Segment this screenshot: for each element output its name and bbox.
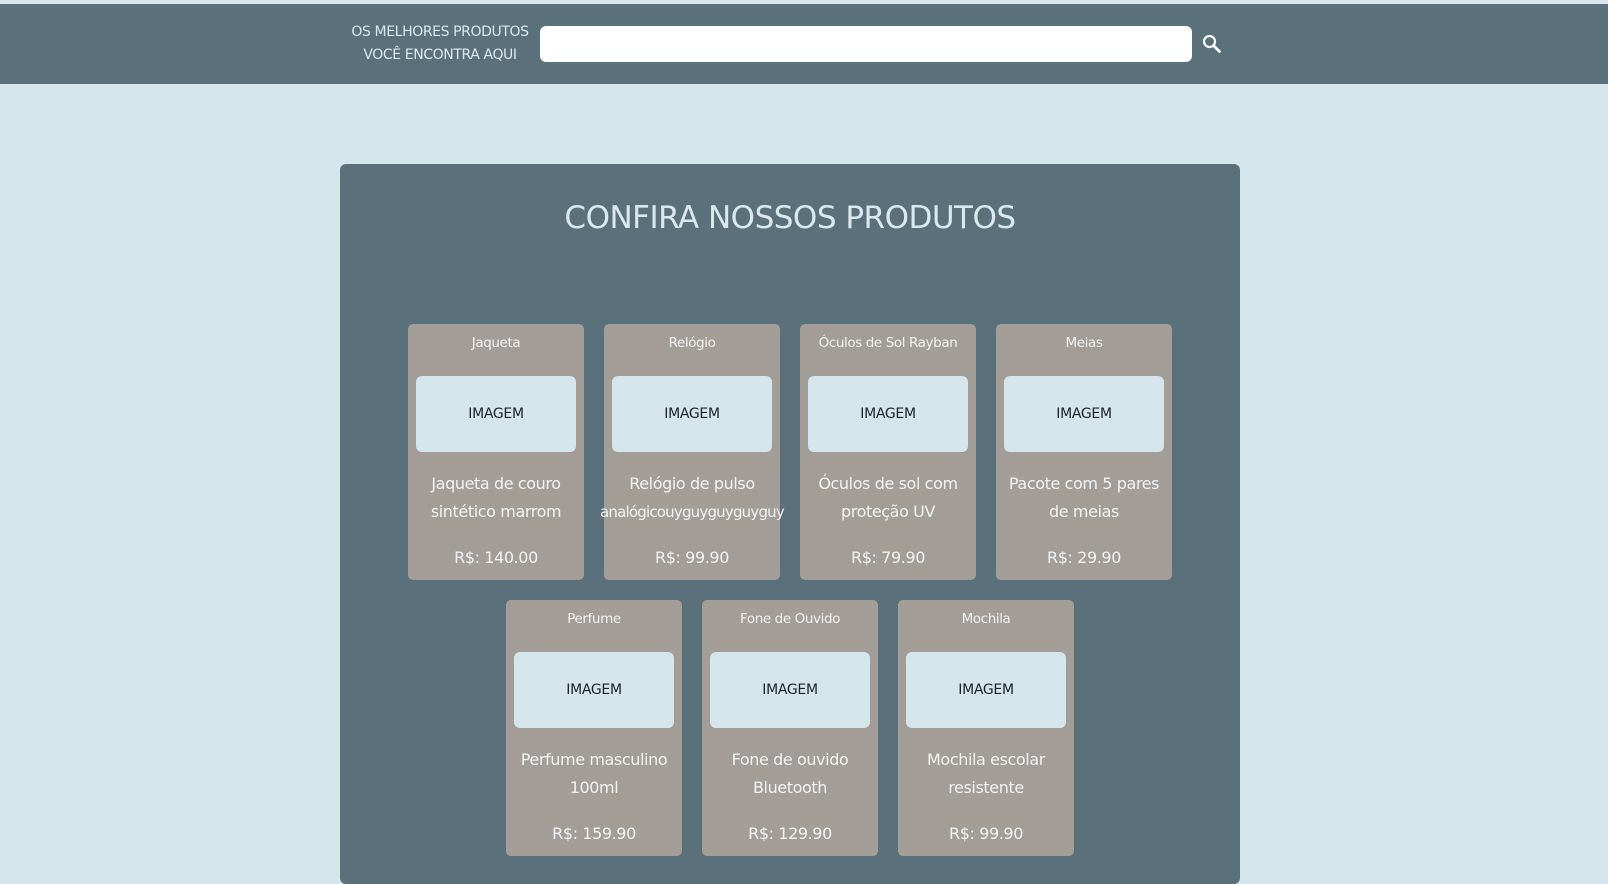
product-price: R$: 159.90 — [552, 824, 636, 843]
product-price: R$: 140.00 — [454, 548, 538, 567]
product-price: R$: 129.90 — [748, 824, 832, 843]
product-image: IMAGEM — [514, 652, 674, 728]
product-price: R$: 79.90 — [851, 548, 925, 567]
product-description-line-1: Relógio de pulso — [629, 474, 755, 493]
product-description-line-2: Bluetooth — [752, 778, 828, 797]
product-description-line-1: Pacote com 5 pares — [1008, 474, 1160, 493]
product-description: Mochila escolar resistente — [886, 746, 1086, 802]
product-description-line-1: Jaqueta de couro — [431, 474, 561, 493]
product-description-line-1: Mochila escolar — [927, 750, 1045, 769]
section-title: CONFIRA NOSSOS PRODUTOS — [564, 200, 1016, 236]
product-price: R$: 99.90 — [949, 824, 1023, 843]
product-description-line-1: Óculos de sol com — [818, 474, 958, 493]
product-name: Relógio — [668, 335, 716, 351]
product-name: Jaqueta — [471, 335, 521, 351]
product-image: IMAGEM — [710, 652, 870, 728]
search-button[interactable] — [1200, 32, 1224, 56]
products-panel: CONFIRA NOSSOS PRODUTOS Jaqueta IMAGEM J… — [340, 164, 1240, 884]
product-description-line-2: analógicouyguyguyguyguy — [600, 503, 785, 521]
product-card-relogio[interactable]: Relógio IMAGEM Relógio de pulso analógic… — [600, 324, 785, 580]
product-description: Óculos de sol com proteção UV — [788, 470, 988, 526]
product-description-line-2: sintético marrom — [430, 502, 562, 521]
product-price: R$: 29.90 — [1047, 548, 1121, 567]
product-image: IMAGEM — [612, 376, 772, 452]
product-description: Fone de ouvido Bluetooth — [690, 746, 890, 802]
product-description: Perfume masculino 100ml — [494, 746, 694, 802]
product-description-line-1: Fone de ouvido — [731, 750, 849, 769]
site-tagline: OS MELHORES PRODUTOS VOCÊ ENCONTRA AQUI — [348, 21, 532, 67]
product-name: Perfume — [567, 611, 621, 627]
product-card-mochila[interactable]: Mochila IMAGEM Mochila escolar resistent… — [898, 600, 1074, 856]
product-card-perfume[interactable]: Perfume IMAGEM Perfume masculino 100ml R… — [506, 600, 682, 856]
product-description-line-2: de meias — [1049, 502, 1119, 521]
product-description-line-2: resistente — [948, 778, 1024, 797]
product-card-meias[interactable]: Meias IMAGEM Pacote com 5 pares de meias… — [996, 324, 1172, 580]
product-image: IMAGEM — [808, 376, 968, 452]
product-card-jaqueta[interactable]: Jaqueta IMAGEM Jaqueta de couro sintétic… — [408, 324, 584, 580]
product-description-line-1: Perfume masculino — [520, 750, 668, 769]
product-name: Mochila — [961, 611, 1011, 627]
search-input[interactable] — [540, 26, 1192, 62]
product-description: Relógio de pulso analógicouyguyguyguyguy — [592, 470, 792, 526]
product-price: R$: 99.90 — [655, 548, 729, 567]
product-description-line-2: proteção UV — [840, 502, 936, 521]
site-header: OS MELHORES PRODUTOS VOCÊ ENCONTRA AQUI — [0, 4, 1608, 84]
product-description-line-2: 100ml — [569, 778, 619, 797]
product-description: Pacote com 5 pares de meias — [984, 470, 1184, 526]
product-description: Jaqueta de couro sintético marrom — [396, 470, 596, 526]
product-image: IMAGEM — [1004, 376, 1164, 452]
product-name: Fone de Ouvido — [739, 611, 840, 627]
product-card-oculos[interactable]: Óculos de Sol Rayban IMAGEM Óculos de so… — [800, 324, 976, 580]
product-image: IMAGEM — [906, 652, 1066, 728]
search-icon — [1202, 34, 1221, 53]
product-name: Meias — [1065, 335, 1103, 351]
product-card-fone-de-ouvido[interactable]: Fone de Ouvido IMAGEM Fone de ouvido Blu… — [702, 600, 878, 856]
product-name: Óculos de Sol Rayban — [818, 335, 958, 351]
tagline-line-1: OS MELHORES PRODUTOS — [351, 24, 529, 40]
product-image: IMAGEM — [416, 376, 576, 452]
tagline-line-2: VOCÊ ENCONTRA AQUI — [363, 47, 517, 63]
